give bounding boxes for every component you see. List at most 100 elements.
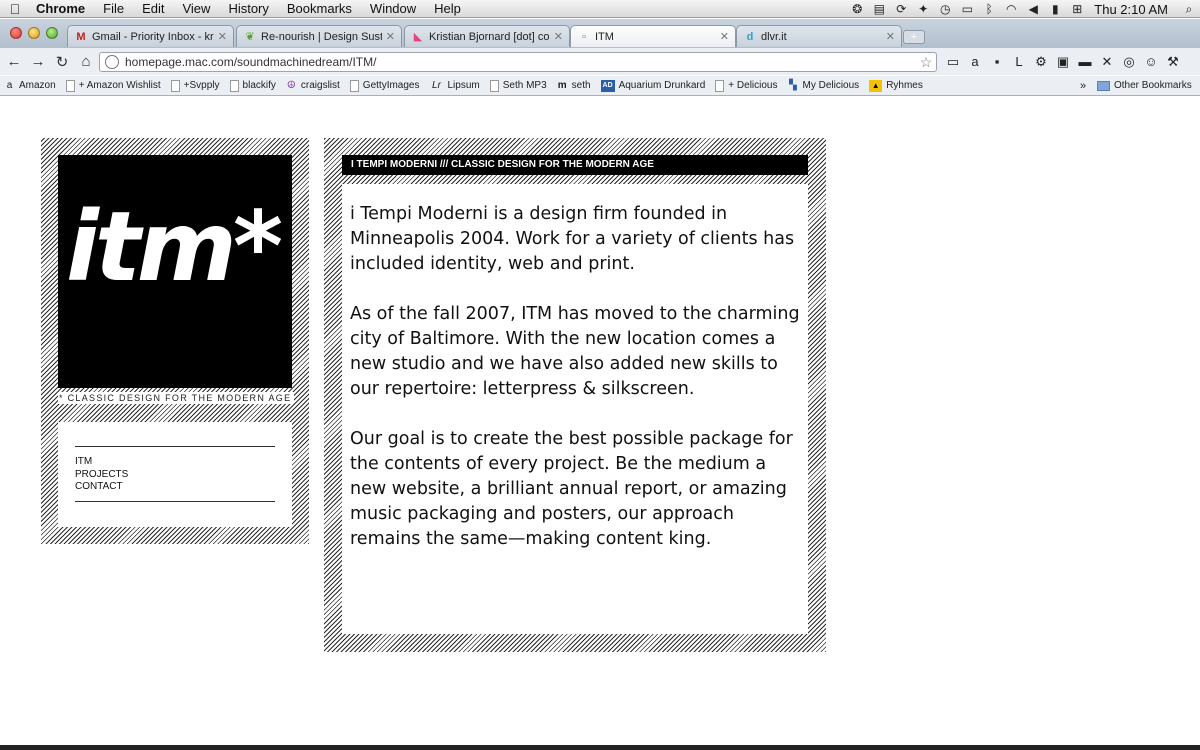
settings-extension-icon[interactable]: ⚙	[1030, 52, 1052, 72]
bookmark-aquarium-drunkard[interactable]: AD Aquarium Drunkard	[600, 79, 705, 92]
bookmark-amazon[interactable]: a Amazon	[4, 80, 56, 92]
nav-divider-top	[75, 446, 275, 447]
folder-icon	[1097, 80, 1110, 91]
menu-history[interactable]: History	[219, 0, 277, 18]
back-arrow-icon[interactable]: ←	[2, 53, 26, 70]
tagline: * CLASSIC DESIGN FOR THE MODERN AGE	[58, 392, 294, 404]
skype-status-icon[interactable]: ❂	[846, 2, 868, 16]
bookmark-label: + Amazon Wishlist	[78, 80, 161, 91]
bookmark-gettyimages[interactable]: GettyImages	[349, 79, 420, 92]
tab-renourish[interactable]: ❦ Re-nourish | Design Sustain ✕	[236, 25, 402, 47]
kb-icon: ◣	[413, 30, 423, 43]
wrench-icon[interactable]: ⚒	[1162, 52, 1184, 72]
forward-arrow-icon[interactable]: →	[26, 53, 50, 70]
new-tab-button[interactable]: +	[903, 30, 925, 44]
mailbox-extension-icon[interactable]: ▣	[1052, 52, 1074, 72]
bookmark-lipsum[interactable]: Lr Lipsum	[430, 80, 480, 92]
menu-window[interactable]: Window	[361, 0, 425, 18]
display-icon[interactable]: ▭	[956, 2, 978, 16]
dropbox-status-icon[interactable]: ✦	[912, 2, 934, 16]
tab-kristian-bjornard[interactable]: ◣ Kristian Bjornard [dot] com | ✕	[404, 25, 570, 47]
bookmark-label: GettyImages	[362, 80, 420, 91]
bookmark-blackify[interactable]: blackify	[229, 79, 276, 92]
bar-extension-icon[interactable]: ▬	[1074, 52, 1096, 72]
web-page: itm* * CLASSIC DESIGN FOR THE MODERN AGE…	[0, 97, 1200, 750]
bookmark-label: + Delicious	[728, 80, 778, 91]
menu-view[interactable]: View	[173, 0, 219, 18]
sync-status-icon[interactable]: ⟳	[890, 2, 912, 16]
tab-dlvr[interactable]: d dlvr.it ✕	[736, 25, 902, 47]
bluetooth-icon[interactable]: ᛒ	[978, 2, 1000, 16]
spotlight-icon[interactable]: ⌕	[1178, 2, 1200, 17]
close-tab-icon[interactable]: ✕	[886, 30, 895, 43]
bookmark-amazon-wishlist[interactable]: + Amazon Wishlist	[65, 79, 161, 92]
other-bookmarks[interactable]: Other Bookmarks	[1097, 80, 1192, 91]
menu-clock[interactable]: Thu 2:10 AM	[1088, 2, 1178, 17]
close-tab-icon[interactable]: ✕	[554, 30, 563, 43]
bookmark-my-delicious[interactable]: ▚ My Delicious	[788, 79, 860, 92]
leaf-icon: ❦	[245, 30, 255, 43]
bookmark-label: blackify	[242, 80, 276, 91]
bookmark-seth-mp3[interactable]: Seth MP3	[489, 79, 547, 92]
nav-divider-bottom	[75, 501, 275, 502]
reader-extension-icon[interactable]: ▭	[942, 52, 964, 72]
wifi-icon[interactable]: ◠	[1000, 2, 1022, 16]
menu-file[interactable]: File	[94, 0, 133, 18]
bookmark-label: Ryhmes	[886, 80, 923, 91]
page-icon	[489, 79, 499, 92]
bookmark-star-icon[interactable]: ☆	[916, 54, 936, 71]
battery-icon[interactable]: ▮	[1044, 2, 1066, 16]
menu-help[interactable]: Help	[425, 0, 470, 18]
close-tab-icon[interactable]: ✕	[386, 30, 395, 43]
volume-icon[interactable]: ◀	[1022, 2, 1044, 16]
smiley-extension-icon[interactable]: ☺	[1140, 52, 1162, 72]
delicious-icon: ▚	[789, 79, 797, 91]
reload-icon[interactable]: ↻	[50, 53, 74, 71]
menu-bar:  Chrome File Edit View History Bookmark…	[0, 0, 1200, 18]
url-text[interactable]: homepage.mac.com/soundmachinedream/ITM/	[125, 55, 916, 69]
bookmark-svpply[interactable]: +Svpply	[170, 79, 220, 92]
bookmark-label: Amazon	[19, 80, 56, 91]
address-bar[interactable]: homepage.mac.com/soundmachinedream/ITM/ …	[99, 52, 937, 72]
menu-edit[interactable]: Edit	[133, 0, 173, 18]
nav-link-projects[interactable]: PROJECTS	[75, 469, 128, 480]
paragraph-goal: Our goal is to create the best possible …	[350, 429, 793, 549]
zoom-window-button[interactable]	[46, 27, 58, 39]
minimize-window-button[interactable]	[28, 27, 40, 39]
more-bookmarks-chevron-icon[interactable]: »	[1080, 80, 1086, 92]
menu-bookmarks[interactable]: Bookmarks	[278, 0, 361, 18]
home-icon[interactable]: ⌂	[74, 53, 98, 70]
globe-icon	[105, 55, 119, 69]
rhymes-icon: ▲	[869, 79, 883, 92]
bookmark-seth[interactable]: m seth	[557, 80, 591, 92]
input-menu-icon[interactable]: ⊞	[1066, 2, 1088, 16]
tab-itm[interactable]: ▫ ITM ✕	[570, 25, 736, 47]
paragraph-intro: i Tempi Moderni is a design firm founded…	[350, 204, 795, 274]
lipsum-icon: Lr	[432, 79, 441, 91]
seo-extension-icon[interactable]: ◎	[1118, 52, 1140, 72]
tab-gmail[interactable]: M Gmail - Priority Inbox - krist ✕	[67, 25, 234, 47]
time-machine-icon[interactable]: ◷	[934, 2, 956, 16]
bookmark-label: Lipsum	[447, 80, 480, 91]
paragraph-baltimore: As of the fall 2007, ITM has moved to th…	[350, 304, 800, 399]
content-header: I TEMPI MODERNI /// CLASSIC DESIGN FOR T…	[342, 155, 808, 175]
tab-label: Kristian Bjornard [dot] com |	[429, 30, 550, 43]
close-window-button[interactable]	[10, 27, 22, 39]
nav-link-contact[interactable]: CONTACT	[75, 481, 123, 492]
x-extension-icon[interactable]: ✕	[1096, 52, 1118, 72]
bookmark-label: My Delicious	[802, 80, 860, 91]
close-tab-icon[interactable]: ✕	[218, 30, 227, 43]
amazon-extension-icon[interactable]: a	[964, 52, 986, 72]
menu-app-chrome[interactable]: Chrome	[30, 0, 94, 18]
bookmark-craigslist[interactable]: ☮ craigslist	[286, 80, 340, 92]
bookmark-delicious[interactable]: + Delicious	[715, 79, 778, 92]
itm-logo[interactable]: itm*	[58, 155, 292, 388]
bookmark-ryhmes[interactable]: ▲ Ryhmes	[869, 79, 923, 92]
instapaper-extension-icon[interactable]: ▪	[986, 52, 1008, 72]
close-tab-icon[interactable]: ✕	[720, 30, 729, 43]
content-body: i Tempi Moderni is a design firm founded…	[342, 184, 808, 634]
notes-status-icon[interactable]: ▤	[868, 2, 890, 16]
apple-menu-icon[interactable]: 	[0, 1, 30, 17]
nav-link-itm[interactable]: ITM	[75, 456, 92, 467]
l-extension-icon[interactable]: L	[1008, 52, 1030, 72]
